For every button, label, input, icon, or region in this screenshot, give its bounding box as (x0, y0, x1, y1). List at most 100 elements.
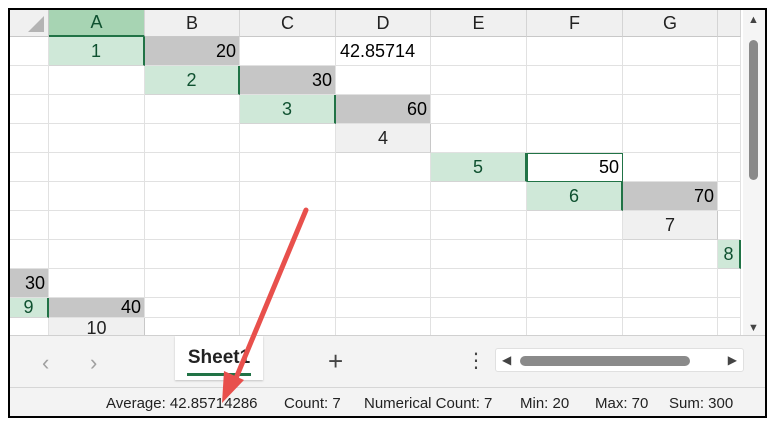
cell-g5[interactable] (240, 182, 336, 211)
cell-g8[interactable] (527, 269, 623, 298)
cell-a9[interactable]: 40 (49, 297, 145, 318)
cell-d1[interactable] (431, 37, 527, 66)
row-header-4[interactable]: 4 (336, 124, 431, 153)
cell-d7[interactable] (145, 240, 240, 269)
select-all-corner[interactable] (10, 10, 49, 37)
cell-h5[interactable] (336, 182, 431, 211)
vertical-scroll-thumb[interactable] (749, 40, 758, 180)
row-header-6[interactable]: 6 (527, 182, 623, 211)
cell-e7[interactable] (240, 240, 336, 269)
cell-f6[interactable] (240, 211, 336, 240)
row-header-7[interactable]: 7 (623, 211, 718, 240)
cell-c4[interactable] (623, 124, 718, 153)
cell-g7[interactable] (431, 240, 527, 269)
cell-e5[interactable] (49, 182, 145, 211)
cell-a3[interactable]: 60 (336, 95, 431, 124)
cell-f4[interactable] (49, 153, 145, 182)
cell-d4[interactable] (718, 124, 741, 153)
cell-c8[interactable] (145, 269, 240, 298)
cell-b7[interactable] (10, 240, 49, 269)
cell-g1[interactable] (718, 37, 741, 66)
cell-b8[interactable] (49, 269, 145, 298)
row-header-2[interactable]: 2 (145, 66, 240, 95)
column-header-a[interactable]: A (49, 10, 145, 37)
horizontal-scrollbar[interactable]: ◀ ▶ (495, 348, 744, 372)
cell-e4[interactable] (10, 153, 49, 182)
cell-f10[interactable] (623, 318, 718, 335)
cell-f5[interactable] (145, 182, 240, 211)
column-header-f[interactable]: F (527, 10, 623, 37)
column-header-e[interactable]: E (431, 10, 527, 37)
status-min[interactable]: Min: 20 (520, 395, 569, 412)
row-header-1[interactable]: 1 (49, 37, 145, 66)
cell-h6[interactable] (431, 211, 527, 240)
cell-c5[interactable] (718, 153, 741, 182)
cell-d6[interactable] (49, 211, 145, 240)
scroll-down-arrow-icon[interactable]: ▼ (748, 322, 759, 334)
cell-e2[interactable] (623, 66, 718, 95)
cell-c1[interactable]: 42.85714 (336, 37, 431, 66)
cell-d5[interactable] (10, 182, 49, 211)
cell-c9[interactable] (240, 298, 336, 318)
horizontal-scroll-thumb[interactable] (520, 356, 690, 366)
cell-g2[interactable] (10, 95, 49, 124)
cell-d9[interactable] (336, 298, 431, 318)
sheet-tab-sheet1[interactable]: Sheet1 (175, 336, 263, 380)
cell-g6[interactable] (336, 211, 431, 240)
cell-b9[interactable] (145, 298, 240, 318)
cell-h4[interactable] (240, 153, 336, 182)
cell-c3[interactable] (527, 95, 623, 124)
cell-c6[interactable] (10, 211, 49, 240)
cell-e1[interactable] (527, 37, 623, 66)
cell-g9[interactable] (623, 298, 718, 318)
cell-a10[interactable] (145, 318, 240, 335)
cell-a5-active[interactable]: 50 (527, 153, 623, 182)
cell-g10[interactable] (718, 318, 741, 335)
cell-h1[interactable] (10, 66, 49, 95)
cell-b1[interactable] (240, 37, 336, 66)
cell-f8[interactable] (431, 269, 527, 298)
status-max[interactable]: Max: 70 (595, 395, 648, 412)
cell-a1[interactable]: 20 (145, 37, 240, 66)
cell-e9[interactable] (431, 298, 527, 318)
more-options-icon[interactable]: ⋮ (466, 348, 486, 373)
cell-h7[interactable] (527, 240, 623, 269)
cell-b2[interactable] (336, 66, 431, 95)
cell-h9[interactable] (718, 298, 741, 318)
cell-d2[interactable] (527, 66, 623, 95)
cell-b10[interactable] (240, 318, 336, 335)
cell-c10[interactable] (336, 318, 431, 335)
row-header-8[interactable]: 8 (718, 240, 741, 269)
cell-a6[interactable]: 70 (623, 182, 718, 211)
status-numerical-count[interactable]: Numerical Count: 7 (364, 395, 492, 412)
row-header-10[interactable]: 10 (49, 318, 145, 335)
status-average[interactable]: Average: 42.85714286 (106, 395, 258, 412)
cell-f3[interactable] (10, 124, 49, 153)
cell-d10[interactable] (431, 318, 527, 335)
cell-h8[interactable] (623, 269, 718, 298)
cell-b6[interactable] (718, 182, 741, 211)
cell-c7[interactable] (49, 240, 145, 269)
row-header-3[interactable]: 3 (240, 95, 336, 124)
cell-a8[interactable]: 30 (10, 269, 49, 298)
cell-f7[interactable] (336, 240, 431, 269)
column-header-c[interactable]: C (240, 10, 336, 37)
cell-h3[interactable] (145, 124, 240, 153)
cell-h2[interactable] (49, 95, 145, 124)
cell-e10[interactable] (527, 318, 623, 335)
cell-f9[interactable] (527, 298, 623, 318)
cell-e3[interactable] (718, 95, 741, 124)
row-header-9[interactable]: 9 (10, 297, 49, 318)
cell-e6[interactable] (145, 211, 240, 240)
cell-g3[interactable] (49, 124, 145, 153)
vertical-scrollbar[interactable]: ▲ ▼ (743, 10, 765, 345)
status-sum[interactable]: Sum: 300 (669, 395, 733, 412)
cell-a4[interactable] (431, 124, 527, 153)
cell-b4[interactable] (527, 124, 623, 153)
scroll-up-arrow-icon[interactable]: ▲ (748, 14, 759, 26)
cell-c2[interactable] (431, 66, 527, 95)
scroll-right-arrow-icon[interactable]: ▶ (728, 353, 737, 367)
cell-a2[interactable]: 30 (240, 66, 336, 95)
cell-a7[interactable] (718, 211, 741, 240)
row-header-5[interactable]: 5 (431, 153, 527, 182)
